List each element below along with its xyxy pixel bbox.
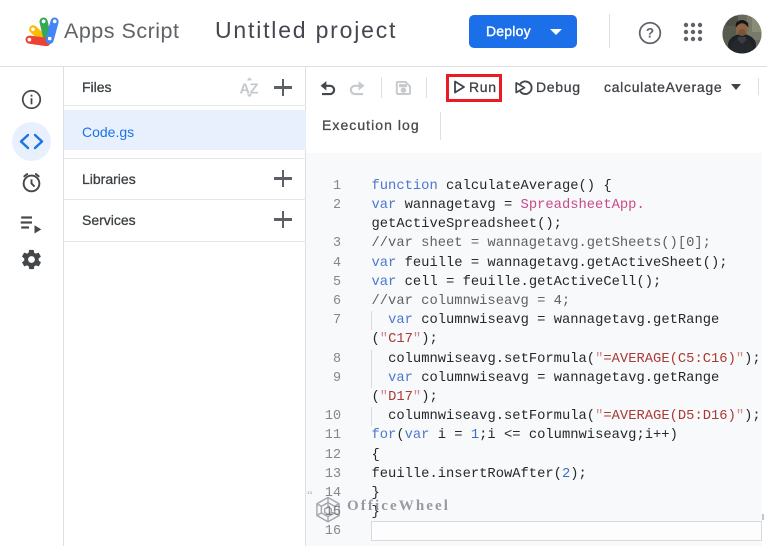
svg-text:?: ? bbox=[646, 26, 654, 41]
